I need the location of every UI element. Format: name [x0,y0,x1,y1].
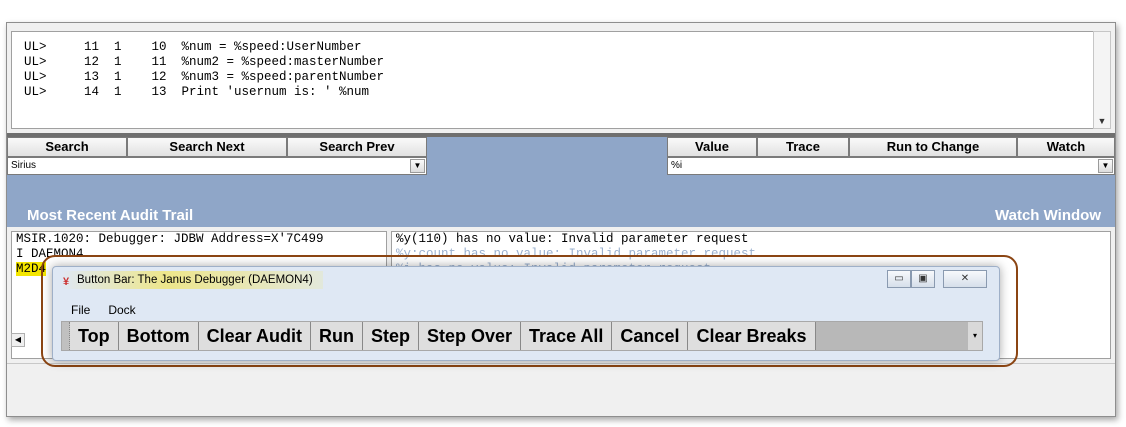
code-line: UL> 14 1 13 Print 'usernum is: ' %num [24,85,370,99]
watch-window-header: Watch Window [995,207,1101,224]
step-over-button[interactable]: Step Over [419,322,522,350]
value-button[interactable]: Value [667,137,757,157]
menu-dock[interactable]: Dock [108,303,135,319]
search-next-button[interactable]: Search Next [127,137,287,157]
code-line: UL> 13 1 12 %num3 = %speed:parentNumber [24,70,385,84]
step-button[interactable]: Step [362,322,419,350]
search-prev-button[interactable]: Search Prev [287,137,427,157]
run-button[interactable]: Run [310,322,363,350]
control-panel: Search Search Next Search Prev Value Tra… [7,137,1115,227]
audit-line: MSIR.1020: Debugger: JDBW Address=X'7C49… [16,232,324,246]
window-title: ¥ Button Bar: The Janus Debugger (DAEMON… [61,271,323,289]
top-button[interactable]: Top [70,322,119,350]
chevron-down-icon[interactable]: ▼ [410,159,425,173]
search-combo-value: Sirius [11,160,37,171]
trace-button[interactable]: Trace [757,137,849,157]
bottom-button[interactable]: Bottom [118,322,199,350]
value-combo[interactable]: %i ▼ [667,157,1115,175]
run-to-change-button[interactable]: Run to Change [849,137,1017,157]
toolbar-options-icon[interactable]: ▾ [968,322,982,350]
cancel-button[interactable]: Cancel [612,322,689,350]
minimize-icon[interactable]: ▭ [887,270,911,288]
watch-line: %y(110) has no value: Invalid parameter … [396,232,749,246]
code-scrollbar[interactable]: ▼ [1093,31,1111,129]
search-combo[interactable]: Sirius ▼ [7,157,427,175]
menu-file[interactable]: File [71,303,90,319]
toolbar-spacer [815,322,968,350]
pin-icon: ¥ [63,276,70,288]
value-combo-value: %i [671,160,683,171]
trace-all-button[interactable]: Trace All [521,322,613,350]
scroll-left-icon[interactable]: ◀ [11,333,25,347]
code-line: UL> 12 1 11 %num2 = %speed:masterNumber [24,55,385,69]
button-bar-window[interactable]: ¥ Button Bar: The Janus Debugger (DAEMON… [52,266,1000,361]
scroll-down-icon[interactable]: ▼ [1094,116,1110,126]
menu-bar: File Dock [61,303,136,319]
close-icon[interactable]: ✕ [943,270,987,288]
debugger-toolbar: Top Bottom Clear Audit Run Step Step Ove… [61,321,983,351]
window-title-text: Button Bar: The Janus Debugger (DAEMON4) [77,274,313,286]
watch-button[interactable]: Watch [1017,137,1115,157]
clear-breaks-button[interactable]: Clear Breaks [688,322,816,350]
grip-handle[interactable] [62,322,70,350]
code-line: UL> 11 1 10 %num = %speed:UserNumber [24,40,362,54]
maximize-icon[interactable]: ▣ [911,270,935,288]
chevron-down-icon[interactable]: ▼ [1098,159,1113,173]
status-area [7,363,1115,416]
audit-trail-header: Most Recent Audit Trail [27,207,194,224]
source-code-pane[interactable]: UL> 11 1 10 %num = %speed:UserNumber UL>… [11,31,1095,129]
clear-audit-button[interactable]: Clear Audit [198,322,311,350]
search-button[interactable]: Search [7,137,127,157]
